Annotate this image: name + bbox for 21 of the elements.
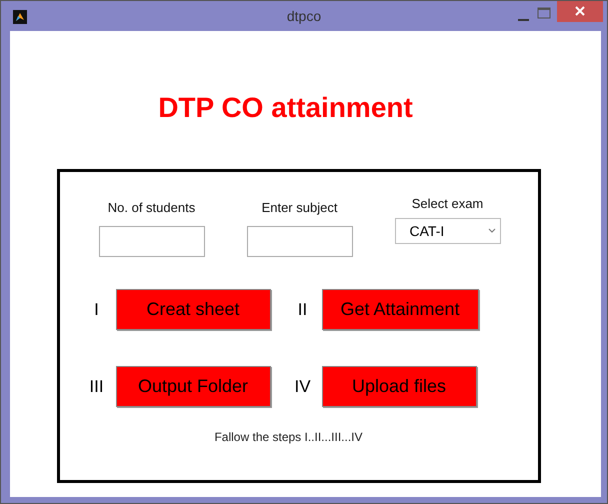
app-icon <box>13 10 27 24</box>
maximize-icon[interactable] <box>537 7 551 21</box>
step-button[interactable]: Creat sheet <box>116 289 270 330</box>
step-numeral: IV <box>294 376 312 396</box>
field-label: No. of students <box>108 200 196 215</box>
step-numeral: I <box>93 300 100 320</box>
exam-dropdown[interactable]: CAT-I <box>394 218 500 244</box>
input-field[interactable] <box>246 226 352 257</box>
caret-icon <box>488 228 496 234</box>
instruction-text: Fallow the steps I..II...III...IV <box>214 430 363 444</box>
field-label: Enter subject <box>262 200 338 215</box>
app-heading: DTP CO attainment <box>158 91 413 125</box>
step-button[interactable]: Get Attainment <box>322 289 479 330</box>
close-icon[interactable] <box>557 1 603 22</box>
window-title: dtpco <box>286 8 322 24</box>
field-label: Select exam <box>412 196 484 211</box>
step-numeral: II <box>296 300 308 320</box>
step-button[interactable]: Upload files <box>322 366 476 407</box>
input-field[interactable] <box>98 226 204 257</box>
step-numeral: III <box>88 376 105 396</box>
step-button[interactable]: Output Folder <box>116 366 270 407</box>
